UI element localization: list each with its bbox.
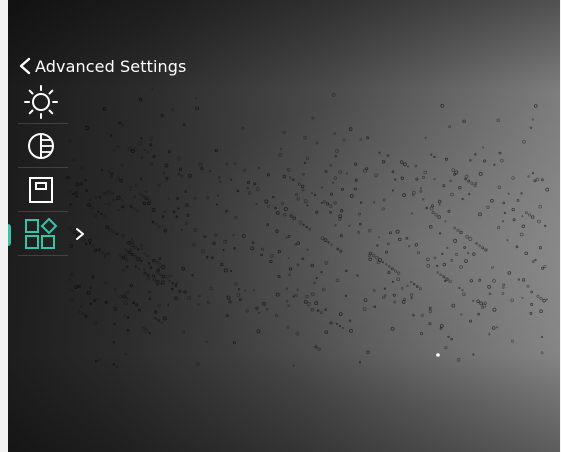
- active-indicator: [8, 224, 11, 246]
- function-grid-icon: [25, 217, 58, 249]
- menu-item-frame[interactable]: [8, 168, 68, 212]
- menu-item-brightness[interactable]: [8, 80, 68, 124]
- brightness-icon: [24, 85, 58, 119]
- viewfinder-screen: Advanced Settings: [8, 0, 560, 452]
- side-menu: [8, 80, 84, 256]
- menu-divider: [18, 255, 68, 256]
- contrast-icon: [28, 133, 54, 159]
- menu-item-function-settings[interactable]: [8, 212, 84, 256]
- page-title: Advanced Settings: [35, 56, 187, 76]
- back-button[interactable]: Advanced Settings: [18, 54, 186, 78]
- menu-item-contrast[interactable]: [8, 124, 68, 168]
- chevron-left-icon: [19, 57, 31, 75]
- frame-icon: [29, 177, 53, 203]
- chevron-right-icon: [76, 228, 84, 240]
